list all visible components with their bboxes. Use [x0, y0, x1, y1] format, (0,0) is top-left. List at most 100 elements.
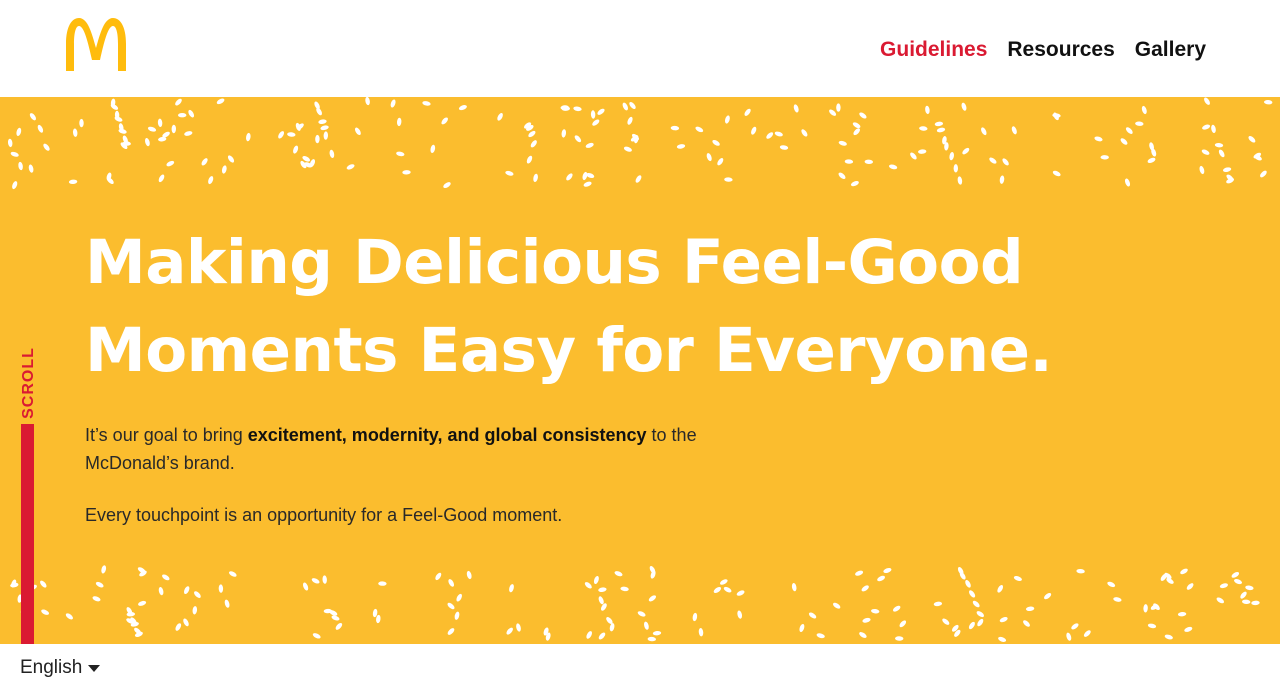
sesame-seed	[751, 126, 757, 135]
sesame-seed	[997, 584, 1004, 593]
sesame-seed	[1025, 606, 1035, 612]
hero-intro-start: It’s our goal to bring	[85, 425, 248, 445]
sesame-seed	[799, 623, 805, 633]
sesame-seed	[1260, 170, 1267, 178]
sesame-seed	[312, 633, 321, 639]
sesame-seed	[302, 582, 309, 591]
sesame-seed	[1011, 126, 1017, 135]
sesame-seed	[936, 127, 946, 133]
sesame-seed	[1186, 583, 1194, 590]
sesame-seed	[719, 579, 728, 585]
sesame-seed	[957, 176, 963, 185]
site-header: Guidelines Resources Gallery	[0, 0, 1280, 97]
sesame-seed	[791, 582, 797, 592]
sesame-seed	[712, 139, 720, 146]
sesame-seed	[1245, 585, 1254, 591]
sesame-seed	[586, 631, 593, 639]
sesame-seed	[801, 129, 808, 137]
sesame-seed	[953, 164, 958, 173]
sesame-seed	[365, 97, 370, 106]
sesame-seed	[977, 618, 984, 627]
sesame-seed	[1214, 142, 1224, 148]
nav-item-gallery[interactable]: Gallery	[1135, 38, 1206, 62]
sesame-seed	[228, 571, 237, 577]
sesame-seed	[92, 596, 101, 602]
sesame-seed	[1199, 165, 1205, 175]
sesame-seed	[919, 126, 928, 131]
sesame-seed	[635, 175, 642, 183]
sesame-seed	[852, 122, 861, 129]
sesame-seed	[390, 99, 396, 108]
sesame-seed	[561, 129, 567, 138]
sesame-seed	[246, 132, 251, 142]
sesame-seed	[1219, 583, 1228, 589]
sesame-seed	[208, 176, 214, 185]
golden-arches-icon[interactable]	[63, 16, 129, 72]
sesame-seed	[744, 108, 751, 116]
scroll-indicator[interactable]: SCROLL	[19, 345, 39, 421]
sesame-seed	[871, 608, 880, 614]
sesame-seed	[293, 145, 299, 154]
sesame-seed	[910, 152, 917, 160]
hero-intro: It’s our goal to bring excitement, moder…	[85, 421, 745, 477]
nav-item-guidelines[interactable]: Guidelines	[880, 38, 987, 62]
sesame-seed	[698, 628, 704, 637]
sesame-seed	[1141, 105, 1147, 115]
sesame-seed	[590, 110, 596, 119]
scroll-label: SCROLL	[20, 347, 37, 419]
sesame-seed	[126, 611, 135, 617]
sesame-seed	[925, 105, 930, 115]
sesame-seed	[157, 118, 163, 127]
sesame-seed	[1211, 124, 1216, 134]
sesame-seed	[175, 98, 182, 106]
sesame-seed	[838, 172, 846, 180]
sesame-seed	[766, 132, 774, 139]
sesame-seed	[1135, 121, 1144, 126]
sesame-seed	[566, 173, 573, 181]
sesame-seed	[16, 127, 22, 136]
sesame-seed	[378, 581, 387, 586]
sesame-seed	[147, 126, 157, 132]
sesame-seed	[585, 142, 594, 148]
sesame-seed	[441, 117, 448, 125]
sesame-seed	[1231, 572, 1240, 578]
sesame-seed	[861, 585, 869, 592]
sesame-seed	[396, 117, 402, 127]
sesame-seed	[614, 571, 623, 577]
sesame-seed	[855, 570, 864, 576]
sesame-seed	[526, 155, 533, 164]
sesame-seed	[162, 574, 170, 581]
sesame-seed	[443, 182, 451, 189]
sesame-seed	[637, 611, 646, 617]
page-footer: English	[0, 644, 1280, 690]
sesame-seed	[853, 128, 860, 136]
sesame-seed	[458, 105, 467, 111]
sesame-seed	[833, 602, 841, 609]
sesame-seed	[184, 131, 193, 136]
sesame-seed	[899, 620, 907, 628]
sesame-seed	[1164, 634, 1173, 640]
sesame-seed	[68, 179, 78, 185]
sesame-seed	[793, 104, 799, 113]
hero-headline-line-2: Moments Easy for Everyone.	[85, 315, 1053, 386]
sesame-seed	[844, 159, 854, 164]
language-selector[interactable]: English	[20, 657, 101, 679]
sesame-seed	[972, 600, 980, 608]
sesame-seed	[448, 579, 455, 587]
sesame-seed	[454, 611, 460, 620]
sesame-seed	[43, 143, 50, 151]
nav-item-resources[interactable]: Resources	[1007, 38, 1114, 62]
sesame-seed	[692, 612, 698, 622]
sesame-seed	[1248, 136, 1256, 143]
sesame-seed	[227, 155, 235, 163]
sesame-seed	[620, 586, 629, 592]
sesame-seed	[466, 570, 472, 580]
sesame-seed	[447, 628, 455, 635]
hero-tagline: Every touchpoint is an opportunity for a…	[85, 505, 563, 525]
sesame-seed	[1143, 604, 1148, 613]
sesame-seed	[506, 627, 513, 635]
sesame-seed	[574, 135, 582, 143]
sesame-seed	[706, 153, 712, 162]
sesame-seed	[311, 578, 320, 584]
sesame-seed	[79, 118, 84, 128]
